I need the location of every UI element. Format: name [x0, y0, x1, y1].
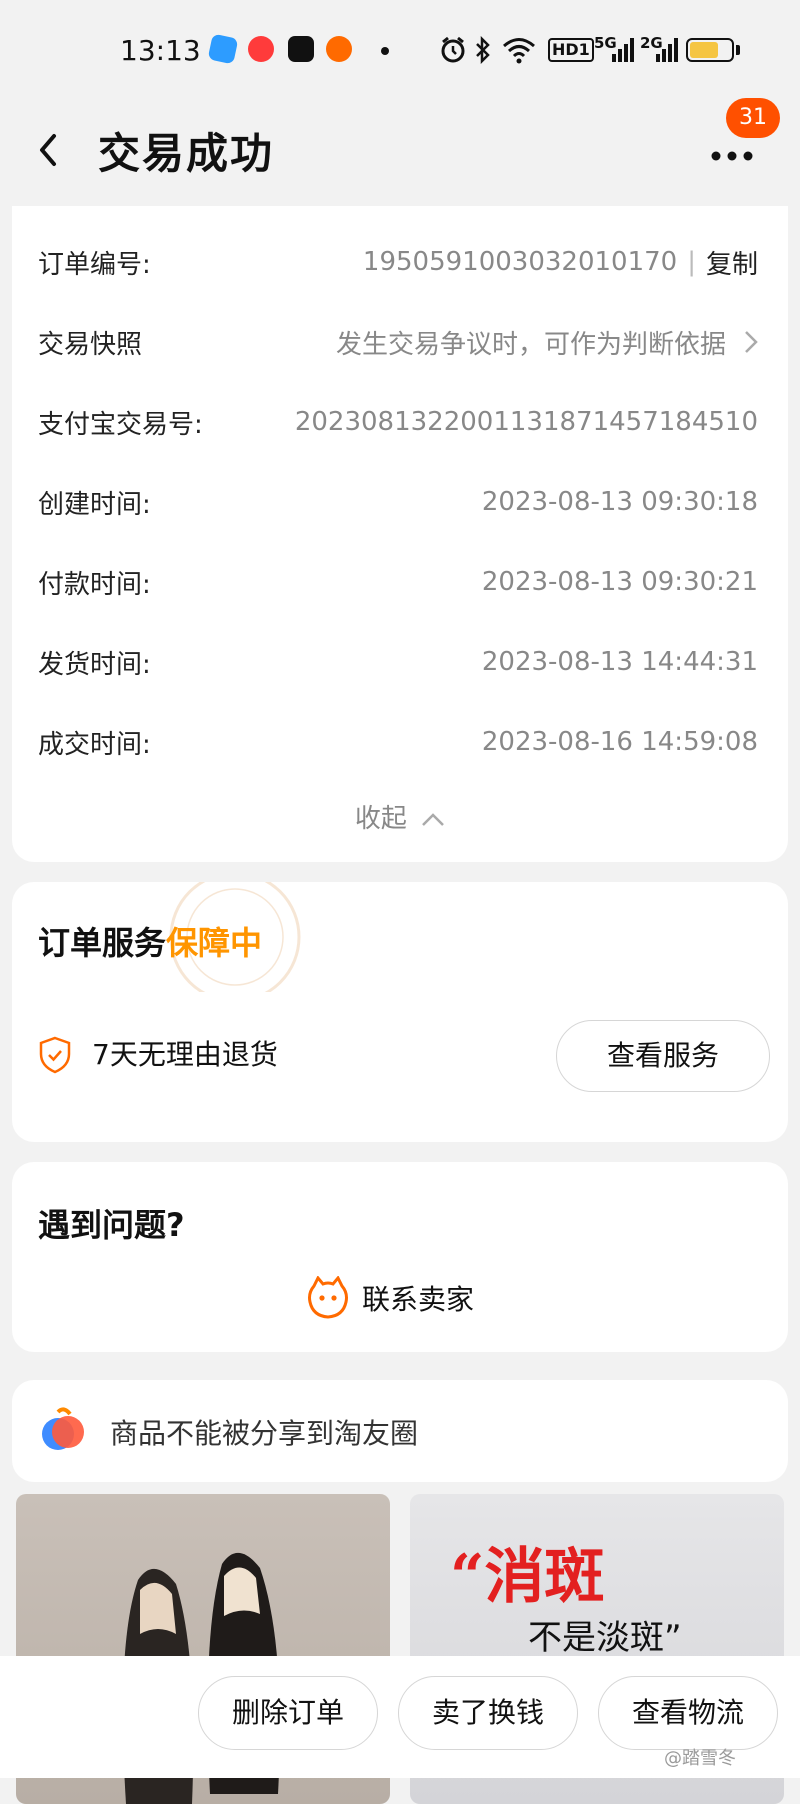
taobao-app-icon — [326, 36, 352, 62]
service-title-prefix: 订单服务 — [38, 924, 167, 962]
deal-time-row: 成交时间: 2023-08-16 14:59:08 — [38, 720, 758, 764]
snapshot-label: 交易快照 — [38, 329, 143, 360]
battery-fill — [690, 42, 718, 58]
service-title-highlight: 保障中 — [166, 924, 263, 962]
created-time-row: 创建时间: 2023-08-13 09:30:18 — [38, 480, 758, 524]
copy-button[interactable]: 复制 — [706, 244, 758, 281]
deal-time-label: 成交时间: — [38, 729, 151, 760]
deal-time-value: 2023-08-16 14:59:08 — [481, 727, 758, 757]
collapse-button[interactable]: 收起 — [12, 798, 788, 835]
hd-label: HD1 — [548, 38, 594, 62]
shield-check-icon — [39, 1036, 71, 1074]
snapshot-row[interactable]: 交易快照 发生交易争议时，可作为判断依据 — [38, 320, 758, 364]
collapse-label: 收起 — [354, 804, 407, 834]
bluetooth-icon — [476, 36, 490, 64]
delete-order-button[interactable]: 删除订单 — [198, 1676, 378, 1750]
page-title: 交易成功 — [98, 129, 275, 178]
more-notifications-dot — [381, 47, 389, 55]
contact-seller-label: 联系卖家 — [362, 1283, 475, 1316]
notification-badge: 31 — [726, 98, 780, 138]
alipay-trade-value: 2023081322001131871457184510 — [294, 407, 758, 437]
share-notice-text: 商品不能被分享到淘友圈 — [110, 1417, 419, 1450]
shipped-time-row: 发货时间: 2023-08-13 14:44:31 — [38, 640, 758, 684]
battery-cap — [736, 45, 740, 55]
status-time: 13:13 — [120, 34, 201, 67]
service-item-return: 7天无理由退货 — [92, 1038, 278, 1071]
view-service-button[interactable]: 查看服务 — [556, 1020, 770, 1092]
bottom-action-bar: 删除订单 卖了换钱 查看物流 @踏雪冬 — [0, 1656, 800, 1778]
order-number-text: 1950591003032010170 — [362, 247, 678, 277]
promo-headline: “消斑 — [450, 1542, 605, 1612]
alipay-trade-row: 支付宝交易号: 2023081322001131871457184510 — [38, 400, 758, 444]
paid-time-label: 付款时间: — [38, 569, 151, 600]
paid-time-value: 2023-08-13 09:30:21 — [481, 567, 758, 597]
alarm-icon — [441, 36, 465, 63]
problem-card: 遇到问题? 联系卖家 — [12, 1162, 788, 1352]
view-logistics-button[interactable]: 查看物流 — [598, 1676, 778, 1750]
service-title: 订单服务保障中 — [38, 918, 262, 964]
copy-separator: | — [687, 247, 696, 277]
order-info-card: 订单编号: 1950591003032010170 | 复制 交易快照 发生交易… — [12, 206, 788, 862]
paid-time-row: 付款时间: 2023-08-13 09:30:21 — [38, 560, 758, 604]
snapshot-text: 发生交易争议时，可作为判断依据 — [335, 329, 726, 360]
taoyou-circle-icon — [42, 1407, 84, 1450]
created-time-label: 创建时间: — [38, 489, 151, 520]
chevron-right-icon — [745, 331, 758, 353]
chevron-up-icon — [422, 813, 445, 826]
alipay-trade-label: 支付宝交易号: — [38, 409, 203, 440]
back-arrow-icon[interactable] — [30, 122, 66, 178]
wifi-icon — [503, 38, 535, 64]
share-notice-card: 商品不能被分享到淘友圈 — [12, 1380, 788, 1482]
shipped-time-value: 2023-08-13 14:44:31 — [481, 647, 758, 677]
order-number-value: 1950591003032010170 | 复制 — [363, 244, 758, 281]
battery-icon — [686, 38, 734, 62]
snapshot-value: 发生交易争议时，可作为判断依据 — [336, 324, 758, 361]
header: 交易成功 31 — [0, 98, 800, 200]
tiktok-icon — [288, 36, 314, 62]
service-card: 订单服务保障中 7天无理由退货 查看服务 — [12, 882, 788, 1142]
watermark: @踏雪冬 — [664, 1748, 736, 1769]
video-app-icon — [248, 36, 274, 62]
order-number-label: 订单编号: — [38, 249, 151, 280]
shipped-time-label: 发货时间: — [38, 649, 151, 680]
order-number-row: 订单编号: 1950591003032010170 | 复制 — [38, 240, 758, 284]
contact-seller-button[interactable]: 联系卖家 — [306, 1276, 474, 1320]
signal-icon — [612, 38, 634, 62]
app-notification-icon — [207, 33, 239, 65]
created-time-value: 2023-08-13 09:30:18 — [481, 487, 758, 517]
promo-subline: 不是淡斑” — [528, 1618, 682, 1658]
sell-button[interactable]: 卖了换钱 — [398, 1676, 578, 1750]
signal-icon-2 — [656, 38, 678, 62]
problem-title: 遇到问题? — [38, 1206, 185, 1244]
status-bar: 13:13 HD1 5G 2G — [0, 0, 800, 100]
seller-chat-icon — [308, 1276, 348, 1319]
